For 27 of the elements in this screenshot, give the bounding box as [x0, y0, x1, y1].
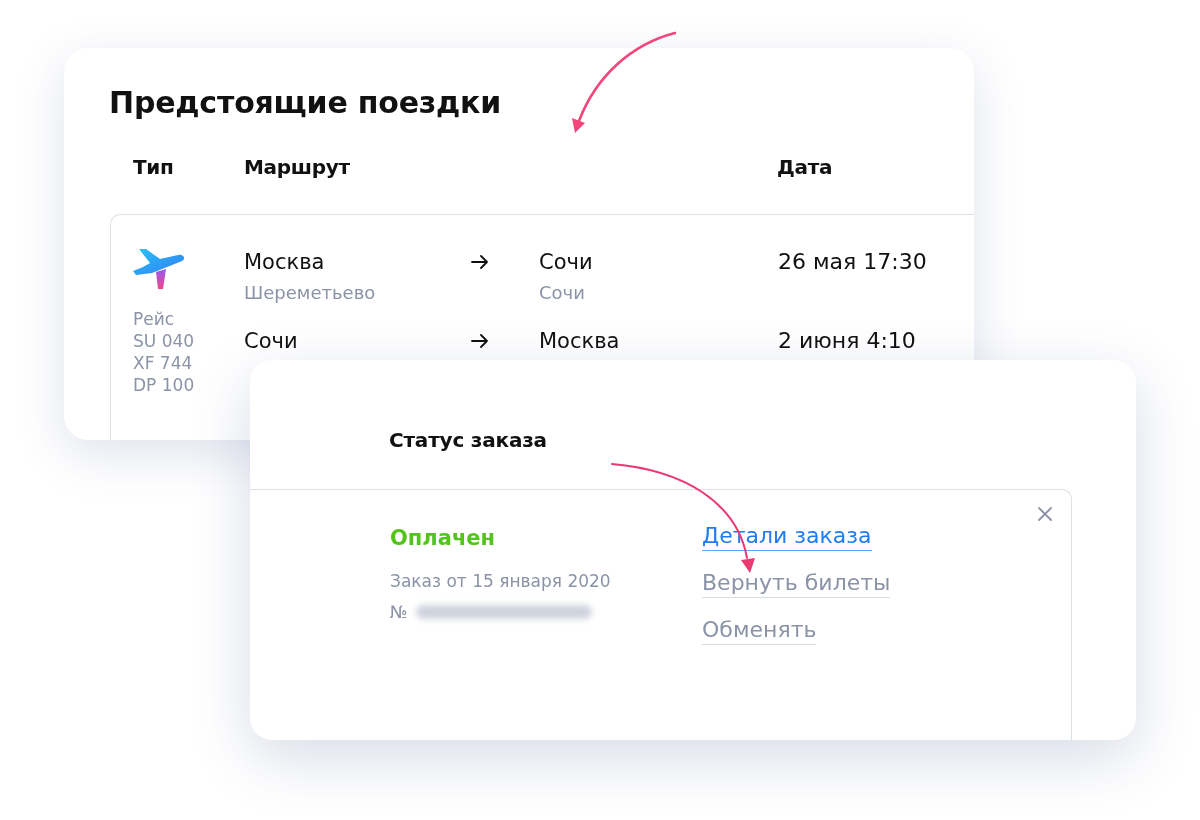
column-header: Дата — [777, 155, 833, 179]
arrow-right-icon — [471, 334, 489, 348]
panel-title: Предстоящие поездки — [109, 85, 502, 121]
flight-number: SU 040 — [133, 330, 195, 352]
flight-number: DP 100 — [133, 374, 195, 396]
city-name: Сочи — [244, 328, 298, 355]
action-link[interactable]: Вернуть билеты — [702, 570, 891, 598]
arrow-right-icon — [471, 255, 489, 269]
city-name: Сочи — [539, 249, 593, 276]
panel-title: Статус заказа — [389, 427, 547, 453]
airplane-icon — [133, 248, 185, 290]
trip-date: 2 июня 4:10 — [778, 327, 917, 355]
close-icon — [1038, 507, 1052, 521]
column-header: Тип — [133, 155, 174, 179]
trip-type-label: Рейс — [133, 308, 175, 330]
trip-date: 26 мая 17:30 — [778, 248, 927, 276]
order-number-label: № — [390, 601, 408, 623]
airport-name: Сочи — [539, 281, 585, 305]
airport-name: Шереметьево — [244, 281, 376, 305]
city-name: Москва — [539, 328, 620, 355]
city-name: Москва — [244, 249, 325, 276]
flight-number: XF 744 — [133, 352, 193, 374]
action-link[interactable]: Обменять — [702, 617, 817, 645]
close-button[interactable] — [1038, 507, 1052, 521]
order-status: Оплачен — [390, 525, 496, 551]
order-date: Заказ от 15 января 2020 — [390, 570, 611, 592]
column-header: Маршрут — [244, 155, 350, 179]
